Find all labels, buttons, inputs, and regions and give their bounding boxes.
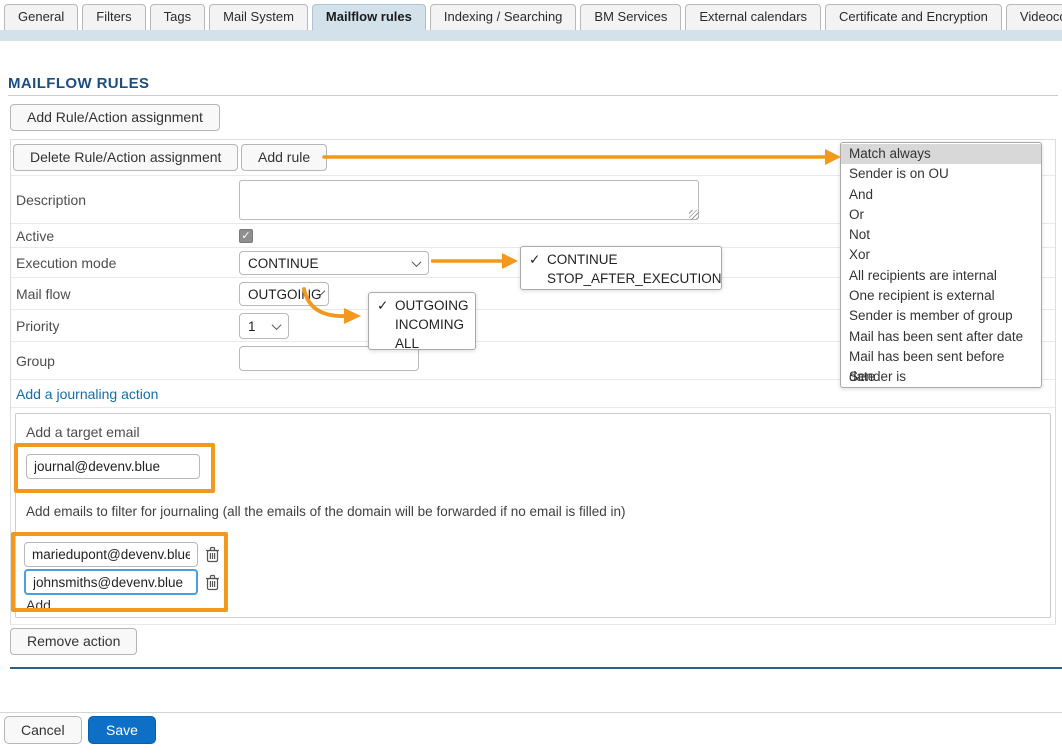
menu-item-all-recipients-internal[interactable]: All recipients are internal: [841, 266, 1041, 286]
menu-item-all[interactable]: ALL: [369, 334, 475, 350]
menu-item-and[interactable]: And: [841, 185, 1041, 205]
menu-item-incoming[interactable]: INCOMING: [369, 315, 475, 334]
tab-filters[interactable]: Filters: [82, 4, 145, 30]
remove-action-button[interactable]: Remove action: [10, 628, 137, 655]
add-rule-action-assignment-button[interactable]: Add Rule/Action assignment: [10, 104, 220, 131]
active-tab-strip: [0, 30, 1062, 41]
menu-item-xor[interactable]: Xor: [841, 245, 1041, 265]
tab-bm-services[interactable]: BM Services: [580, 4, 681, 30]
menu-item-sender-on-ou[interactable]: Sender is on OU: [841, 164, 1041, 184]
menu-item-continue[interactable]: ✓ CONTINUE: [521, 250, 721, 269]
active-label: Active: [16, 228, 54, 244]
trash-icon: [205, 546, 220, 563]
trash-icon: [205, 574, 220, 591]
menu-item-or[interactable]: Or: [841, 205, 1041, 225]
execution-mode-menu: ✓ CONTINUE STOP_AFTER_EXECUTION: [520, 246, 722, 290]
filter-help-text: Add emails to filter for journaling (all…: [26, 504, 626, 519]
chevron-down-icon: [412, 257, 422, 267]
save-button[interactable]: Save: [88, 716, 156, 744]
execution-mode-label: Execution mode: [16, 255, 116, 271]
menu-item-not[interactable]: Not: [841, 225, 1041, 245]
tab-external-calendars[interactable]: External calendars: [685, 4, 821, 30]
group-label: Group: [16, 353, 55, 369]
execution-mode-select[interactable]: CONTINUE: [239, 251, 429, 275]
tab-general[interactable]: General: [4, 4, 78, 30]
mail-flow-value: OUTGOING: [248, 287, 322, 302]
menu-item-stop-after-execution[interactable]: STOP_AFTER_EXECUTION: [521, 269, 721, 288]
filter-email-input-2[interactable]: [24, 569, 198, 595]
menu-item-one-recipient-external[interactable]: One recipient is external: [841, 286, 1041, 306]
delete-email-button[interactable]: [205, 546, 220, 563]
tab-mail-system[interactable]: Mail System: [209, 4, 308, 30]
menu-item-sender-member-of-group[interactable]: Sender is member of group: [841, 306, 1041, 326]
menu-item-sent-after-date[interactable]: Mail has been sent after date: [841, 327, 1041, 347]
priority-select[interactable]: 1: [239, 313, 289, 339]
tab-mailflow-rules[interactable]: Mailflow rules: [312, 4, 426, 30]
description-label: Description: [16, 192, 86, 208]
priority-label: Priority: [16, 318, 60, 334]
menu-item-outgoing[interactable]: ✓ OUTGOING: [369, 296, 475, 315]
menu-item-sender-is[interactable]: Sender is: [841, 367, 1041, 387]
mail-flow-menu: ✓ OUTGOING INCOMING ALL: [368, 292, 476, 350]
settings-tabbar: General Filters Tags Mail System Mailflo…: [4, 4, 1062, 30]
add-journaling-action-link[interactable]: Add a journaling action: [16, 386, 158, 402]
check-icon: ✓: [377, 296, 388, 315]
add-email-link[interactable]: Add: [26, 597, 51, 613]
execution-mode-value: CONTINUE: [248, 256, 319, 271]
page-title: MAILFLOW RULES: [8, 75, 149, 92]
mail-flow-label: Mail flow: [16, 286, 70, 302]
mail-flow-select[interactable]: OUTGOING: [239, 282, 329, 306]
description-textarea[interactable]: [239, 180, 699, 220]
section-divider: [10, 667, 1062, 669]
title-divider: [8, 95, 1058, 96]
tab-videoconference[interactable]: Videoconference: [1006, 4, 1062, 30]
cancel-button[interactable]: Cancel: [4, 716, 82, 744]
settings-page: General Filters Tags Mail System Mailflo…: [0, 0, 1062, 754]
footer-divider: [0, 712, 1062, 713]
delete-rule-action-assignment-button[interactable]: Delete Rule/Action assignment: [13, 144, 238, 171]
filter-email-input-1[interactable]: [24, 542, 198, 567]
tab-tags[interactable]: Tags: [150, 4, 205, 30]
filter-email-row: [24, 542, 220, 567]
textarea-resize-grip[interactable]: [689, 210, 699, 220]
menu-item-match-always[interactable]: Match always: [841, 144, 1041, 164]
tab-indexing-searching[interactable]: Indexing / Searching: [430, 4, 577, 30]
target-email-input[interactable]: [26, 454, 200, 479]
menu-item-sent-before-date[interactable]: Mail has been sent before date: [841, 347, 1041, 367]
journaling-panel-row: Add a target email Add emails to filter …: [11, 408, 1055, 625]
journaling-panel: Add a target email Add emails to filter …: [15, 413, 1051, 618]
target-email-label: Add a target email: [26, 424, 140, 440]
chevron-down-icon: [272, 320, 282, 330]
rule-type-menu: Match always Sender is on OU And Or Not …: [840, 142, 1042, 388]
check-icon: ✓: [529, 250, 540, 269]
delete-email-button[interactable]: [205, 574, 220, 591]
filter-email-row: [24, 569, 220, 595]
add-rule-button[interactable]: Add rule: [241, 144, 327, 171]
tab-certificate-encryption[interactable]: Certificate and Encryption: [825, 4, 1002, 30]
priority-value: 1: [248, 319, 256, 334]
active-checkbox[interactable]: ✓: [239, 229, 253, 243]
